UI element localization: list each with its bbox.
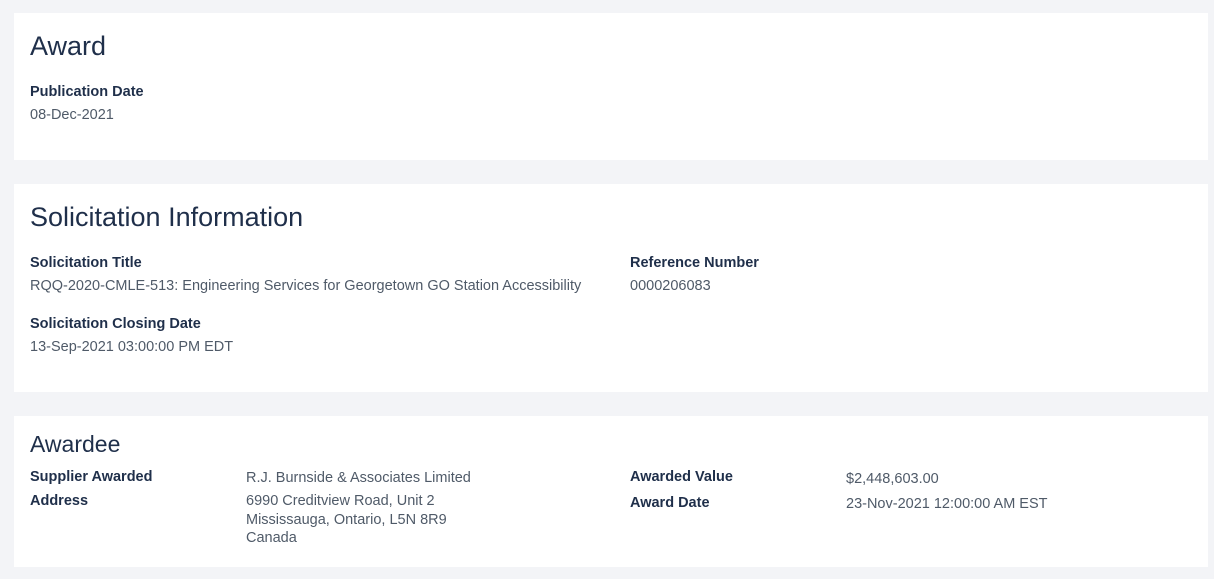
address-value: 6990 Creditview Road, Unit 2 Mississauga… (246, 492, 447, 548)
award-date-label: Award Date (630, 495, 710, 511)
supplier-awarded-value: R.J. Burnside & Associates Limited (246, 470, 471, 486)
award-date-value: 23-Nov-2021 12:00:00 AM EST (846, 496, 1048, 512)
awarded-value-value: $2,448,603.00 (846, 471, 939, 487)
solicitation-card: Solicitation Information Solicitation Ti… (14, 184, 1208, 392)
solicitation-closing-label: Solicitation Closing Date (30, 316, 201, 332)
supplier-awarded-label: Supplier Awarded (30, 469, 153, 485)
reference-number-label: Reference Number (630, 255, 759, 271)
awardee-heading: Awardee (30, 431, 121, 457)
address-line: Mississauga, Ontario, L5N 8R9 (246, 511, 447, 528)
publication-date-label: Publication Date (30, 84, 144, 100)
address-line: Canada (246, 530, 297, 546)
publication-date-value: 08-Dec-2021 (30, 107, 114, 123)
solicitation-closing-value: 13-Sep-2021 03:00:00 PM EDT (30, 339, 234, 355)
award-card: Award Publication Date 08-Dec-2021 (14, 13, 1208, 160)
solicitation-title-label: Solicitation Title (30, 255, 142, 271)
reference-number-value: 0000206083 (630, 278, 711, 294)
award-heading: Award (30, 31, 107, 61)
awarded-value-label: Awarded Value (630, 469, 733, 485)
solicitation-title-value: RQQ-2020-CMLE-513: Engineering Services … (30, 278, 582, 294)
address-line: 6990 Creditview Road, Unit 2 (246, 493, 435, 509)
address-label: Address (30, 493, 89, 509)
awardee-card: Awardee Supplier Awarded R.J. Burnside &… (14, 416, 1208, 567)
solicitation-heading: Solicitation Information (30, 202, 304, 232)
